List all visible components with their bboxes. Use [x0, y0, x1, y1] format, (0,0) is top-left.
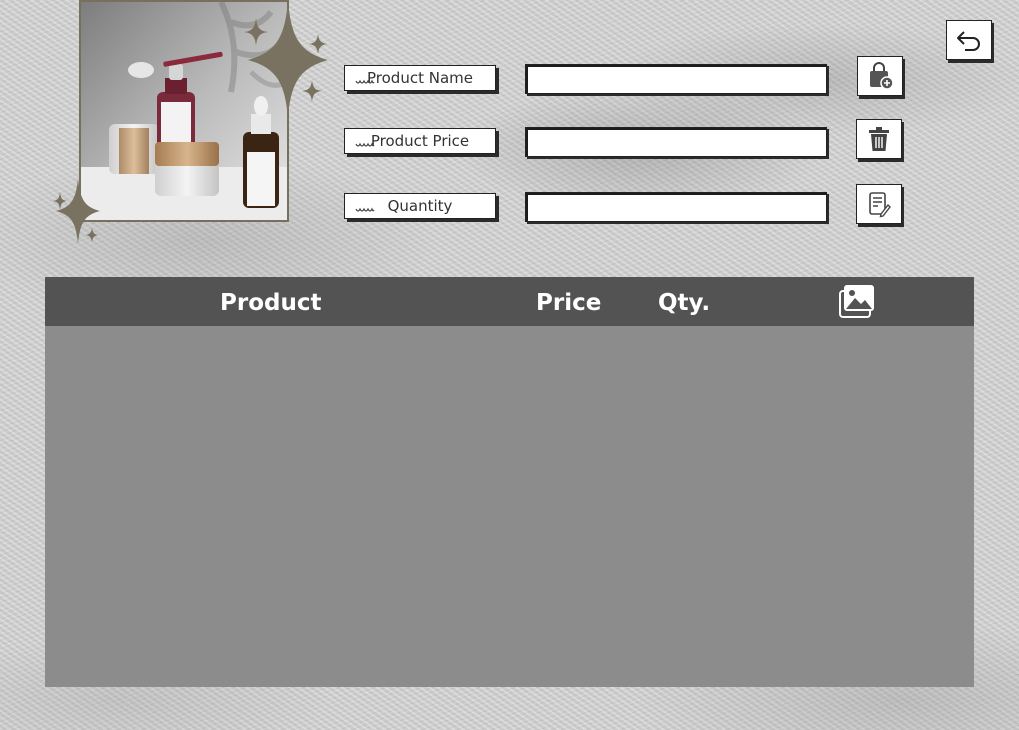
table-header: Product Price Qty.: [45, 277, 974, 326]
edit-document-icon: [869, 192, 891, 218]
trash-icon: [869, 127, 889, 151]
undo-arrow-icon: [957, 31, 980, 51]
quantity-label-text: Quantity: [387, 197, 453, 215]
squiggle-icon: [355, 79, 375, 84]
product-name-label-text: Product Name: [367, 69, 473, 87]
back-button[interactable]: [946, 20, 992, 60]
squiggle-icon: [355, 142, 375, 147]
shopping-bag-add-icon: [870, 62, 894, 90]
column-header-price[interactable]: Price: [536, 277, 601, 326]
product-table[interactable]: Product Price Qty.: [45, 277, 974, 687]
column-header-qty[interactable]: Qty.: [658, 277, 710, 326]
edit-product-button[interactable]: [856, 184, 902, 224]
delete-product-button[interactable]: [856, 119, 902, 159]
column-header-product[interactable]: Product: [220, 277, 321, 326]
table-body[interactable]: [45, 326, 974, 687]
column-header-image[interactable]: [838, 284, 876, 320]
add-product-button[interactable]: [857, 56, 903, 96]
quantity-input[interactable]: [525, 192, 827, 222]
product-name-label: Product Name: [344, 65, 496, 91]
image-icon: [839, 285, 874, 318]
quantity-label: Quantity: [344, 193, 496, 219]
product-price-input[interactable]: [525, 127, 827, 157]
product-photo: [79, 0, 289, 222]
squiggle-icon: [355, 207, 375, 212]
product-name-input[interactable]: [525, 64, 827, 94]
product-price-label: Product Price: [344, 128, 496, 154]
product-price-label-text: Product Price: [370, 132, 470, 150]
